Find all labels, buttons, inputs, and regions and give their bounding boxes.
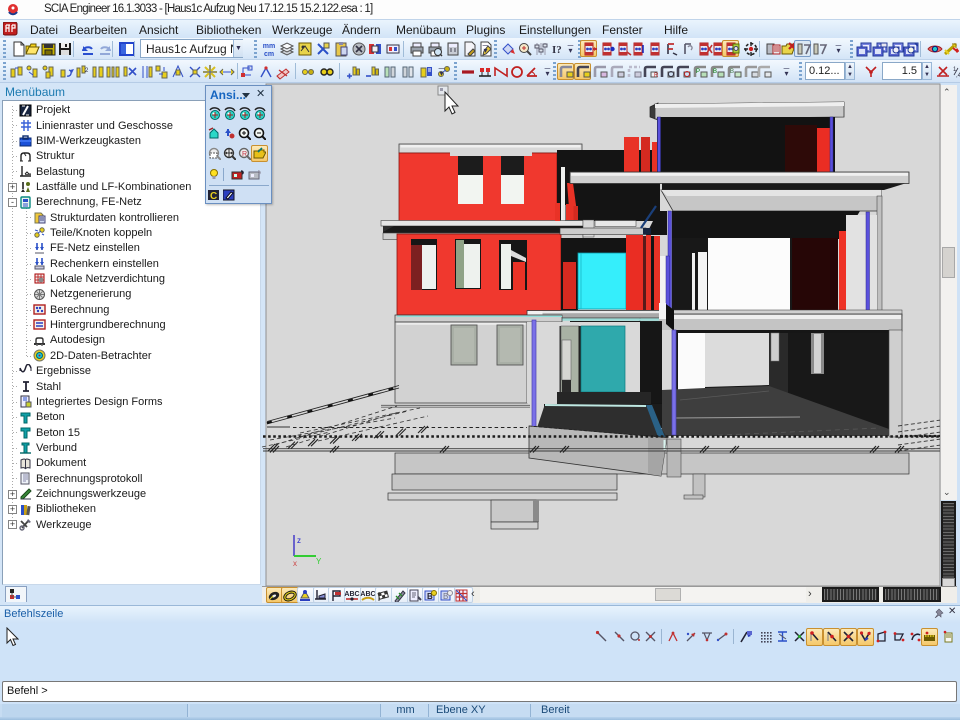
svg-text:z: z: [297, 536, 301, 545]
svg-text:ABC: ABC: [344, 591, 359, 598]
svg-text:R: R: [242, 151, 247, 158]
svg-text:C: C: [210, 191, 217, 201]
svg-text:Y: Y: [316, 557, 322, 566]
svg-text:x: x: [293, 559, 297, 568]
